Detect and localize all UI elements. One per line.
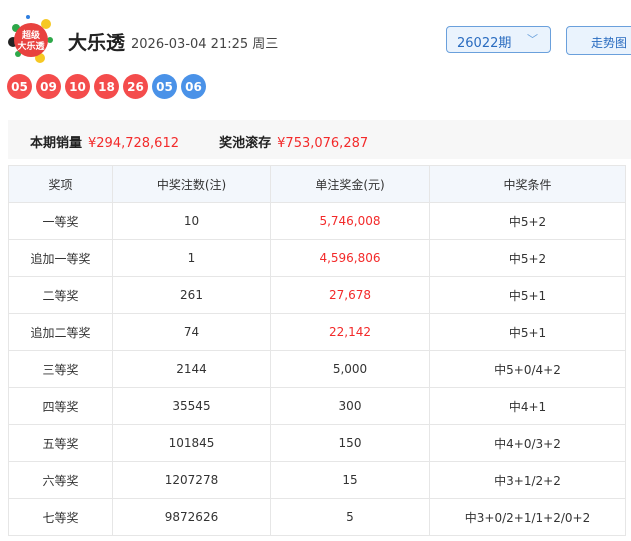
sales-value: ¥294,728,612: [88, 136, 179, 151]
winner-count: 1207278: [112, 461, 271, 499]
win-condition: 中4+1: [429, 387, 626, 425]
prize-level: 追加一等奖: [8, 239, 113, 277]
logo-icon: 超级 大乐透: [8, 15, 53, 63]
red-ball: 10: [65, 74, 90, 99]
winner-count: 35545: [112, 387, 271, 425]
issue-select[interactable]: 26022期 ﹀: [446, 26, 551, 53]
table-row: 一等奖 10 5,746,008 中5+2: [8, 202, 626, 240]
table-row: 七等奖 9872626 5 中3+0/2+1/1+2/0+2: [8, 498, 626, 536]
blue-ball: 05: [152, 74, 177, 99]
table-row: 追加二等奖 74 22,142 中5+1: [8, 313, 626, 351]
prize-level: 追加二等奖: [8, 313, 113, 351]
svg-text:大乐透: 大乐透: [17, 40, 45, 52]
prize-level: 四等奖: [8, 387, 113, 425]
chevron-down-icon: ﹀: [527, 33, 538, 46]
table-header: 奖项 中奖注数(注) 单注奖金(元) 中奖条件: [8, 165, 626, 203]
red-ball: 05: [7, 74, 32, 99]
win-condition: 中4+0/3+2: [429, 424, 626, 462]
prize-level: 七等奖: [8, 498, 113, 536]
win-condition: 中5+1: [429, 313, 626, 351]
table-row: 四等奖 35545 300 中4+1: [8, 387, 626, 425]
sales-stats: 本期销量 ¥294,728,612 奖池滚存 ¥753,076,287: [8, 120, 631, 159]
prize-amount: 4,596,806: [270, 239, 430, 277]
win-condition: 中3+1/2+2: [429, 461, 626, 499]
prize-amount: 5,000: [270, 350, 430, 388]
winner-count: 9872626: [112, 498, 271, 536]
red-ball: 18: [94, 74, 119, 99]
prize-level: 一等奖: [8, 202, 113, 240]
prize-amount: 27,678: [270, 276, 430, 314]
sales-label: 本期销量: [30, 136, 83, 151]
prize-amount: 5,746,008: [270, 202, 430, 240]
table-row: 追加一等奖 1 4,596,806 中5+2: [8, 239, 626, 277]
win-condition: 中5+1: [429, 276, 626, 314]
pool-label: 奖池滚存: [219, 136, 272, 151]
col-header: 中奖条件: [429, 165, 626, 203]
prize-amount: 15: [270, 461, 430, 499]
win-condition: 中5+2: [429, 202, 626, 240]
winner-count: 261: [112, 276, 271, 314]
prize-level: 六等奖: [8, 461, 113, 499]
win-condition: 中3+0/2+1/1+2/0+2: [429, 498, 626, 536]
prize-amount: 5: [270, 498, 430, 536]
win-condition: 中5+0/4+2: [429, 350, 626, 388]
prize-level: 二等奖: [8, 276, 113, 314]
prize-table: 奖项 中奖注数(注) 单注奖金(元) 中奖条件 一等奖 10 5,746,008 中5…: [8, 165, 626, 536]
red-ball: 09: [36, 74, 61, 99]
col-header: 奖项: [8, 165, 113, 203]
draw-datetime: 2026-03-04 21:25 周三: [131, 37, 279, 52]
col-header: 单注奖金(元): [270, 165, 430, 203]
col-header: 中奖注数(注): [112, 165, 271, 203]
prize-level: 三等奖: [8, 350, 113, 388]
trend-chart-button[interactable]: 走势图: [566, 26, 631, 55]
winner-count: 10: [112, 202, 271, 240]
svg-text:超级: 超级: [21, 29, 41, 41]
red-ball: 26: [123, 74, 148, 99]
issue-select-value: 26022期: [457, 36, 512, 51]
blue-ball: 06: [181, 74, 206, 99]
win-condition: 中5+2: [429, 239, 626, 277]
prize-amount: 22,142: [270, 313, 430, 351]
table-row: 五等奖 101845 150 中4+0/3+2: [8, 424, 626, 462]
table-row: 六等奖 1207278 15 中3+1/2+2: [8, 461, 626, 499]
winner-count: 74: [112, 313, 271, 351]
winner-count: 2144: [112, 350, 271, 388]
prize-amount: 150: [270, 424, 430, 462]
lottery-title: 大乐透: [68, 32, 126, 54]
prize-amount: 300: [270, 387, 430, 425]
winner-count: 1: [112, 239, 271, 277]
table-row: 二等奖 261 27,678 中5+1: [8, 276, 626, 314]
winner-count: 101845: [112, 424, 271, 462]
table-row: 三等奖 2144 5,000 中5+0/4+2: [8, 350, 626, 388]
pool-value: ¥753,076,287: [277, 136, 369, 151]
winning-numbers: 05 09 10 18 26 05 06: [7, 74, 206, 99]
prize-level: 五等奖: [8, 424, 113, 462]
